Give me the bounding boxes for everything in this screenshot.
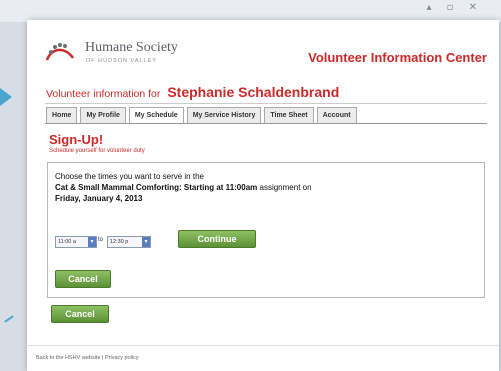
outer-cancel-button[interactable]: Cancel [51, 305, 109, 323]
footer-links[interactable]: Back to the HSHV website | Privacy polic… [36, 355, 139, 361]
humane-society-logo: Humane Society OF HUDSON VALLEY [43, 38, 193, 68]
arrow-right-icon [0, 88, 12, 106]
welcome-prefix: Volunteer information for [46, 88, 161, 100]
page-title: Volunteer Information Center [308, 50, 487, 65]
tab-time-sheet[interactable]: Time Sheet [264, 107, 314, 123]
welcome-line: Volunteer information for Stephanie Scha… [46, 84, 339, 100]
to-label: to [98, 237, 104, 243]
tab-my-schedule[interactable]: My Schedule [128, 107, 184, 124]
logo-subtitle: OF HUDSON VALLEY [86, 58, 157, 64]
assignment-date: Friday, January 4, 2013 [55, 194, 143, 203]
window-controls-icon: ▴ ▫ ✕ [426, 2, 483, 13]
tab-my-profile[interactable]: My Profile [80, 107, 126, 123]
signup-subheading: Schedule yourself for volunteer duty [49, 148, 145, 154]
cancel-button[interactable]: Cancel [55, 270, 111, 288]
tab-home[interactable]: Home [46, 107, 78, 123]
tab-account[interactable]: Account [316, 107, 357, 123]
signup-heading: Sign-Up! [49, 132, 104, 147]
continue-button[interactable]: Continue [178, 230, 256, 248]
start-time-value: 11:00 a [58, 239, 76, 245]
tab-bar: Home My Profile My Schedule My Service H… [46, 107, 357, 124]
assignment-line: Cat & Small Mammal Comforting: Starting … [55, 183, 312, 192]
end-time-value: 12:30 p [110, 239, 129, 245]
tab-divider [45, 123, 487, 124]
paw-swoosh-icon [45, 43, 75, 61]
arrow-tail-icon [4, 315, 14, 323]
signup-form: Choose the times you want to serve in th… [47, 162, 485, 298]
assignment-name: Cat & Small Mammal Comforting: Starting … [55, 183, 258, 192]
footer-divider [27, 345, 499, 346]
start-time-select[interactable]: 11:00 a ▾ [55, 236, 97, 248]
instruction-text: Choose the times you want to serve in th… [55, 172, 204, 181]
volunteer-panel: Humane Society OF HUDSON VALLEY Voluntee… [27, 20, 499, 371]
assignment-suffix: assignment on [259, 183, 312, 192]
chevron-down-icon[interactable]: ▾ [88, 237, 96, 247]
volunteer-name: Stephanie Schaldenbrand [167, 84, 340, 100]
divider [45, 103, 487, 104]
chevron-down-icon[interactable]: ▾ [142, 237, 150, 247]
tab-my-service-history[interactable]: My Service History [186, 107, 262, 123]
end-time-select[interactable]: 12:30 p ▾ [107, 236, 151, 248]
logo-name: Humane Society [85, 40, 178, 55]
